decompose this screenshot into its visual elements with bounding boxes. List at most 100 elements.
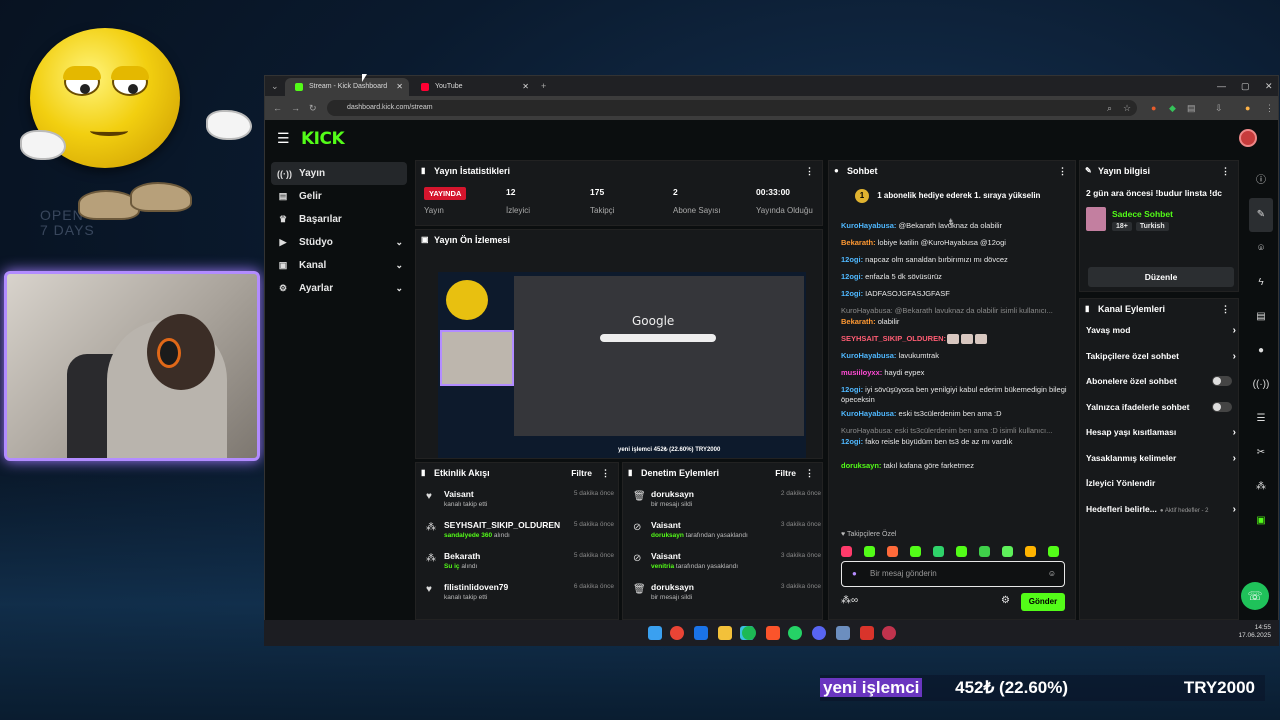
- moderation-row[interactable]: ⊘ Vaisant venitria tarafından yasaklandı…: [631, 549, 821, 577]
- document-icon[interactable]: ▤: [1249, 300, 1273, 334]
- chat-input[interactable]: ● Bir mesaj gönderin ☺: [841, 561, 1065, 587]
- tab-kick-dashboard[interactable]: Stream - Kick Dashboard ✕: [285, 78, 409, 96]
- chevron-down-icon[interactable]: ⌄: [395, 237, 403, 248]
- window-close-icon[interactable]: ✕: [1265, 76, 1273, 96]
- file-explorer-icon[interactable]: [718, 626, 732, 640]
- sidebar-item-4[interactable]: ▣ Kanal ⌄: [271, 254, 407, 277]
- emote-shortcut-icon[interactable]: [956, 546, 967, 557]
- activity-row[interactable]: ⁂ SEYHSAIT_SIKIP_OLDUREN sandalyede 360 …: [424, 518, 614, 546]
- chrome-icon[interactable]: [670, 626, 684, 640]
- forward-icon[interactable]: →: [291, 100, 300, 116]
- sidebar-item-1[interactable]: ▤ Gelir: [271, 185, 407, 208]
- chat-message[interactable]: Bekarath: olabilir: [841, 317, 1067, 327]
- edit-button[interactable]: Düzenle: [1088, 267, 1234, 287]
- user-avatar[interactable]: [1239, 129, 1257, 147]
- pencil-icon[interactable]: ✎: [1249, 198, 1273, 232]
- chat-message[interactable]: 12ogi: iyi sövüşüyosa ben yenilgiyi kabu…: [841, 385, 1067, 405]
- emote-shortcut-icon[interactable]: [1025, 546, 1036, 557]
- moderation-row[interactable]: 🗑 doruksayn bir mesajı sildi 2 dakika ön…: [631, 487, 821, 515]
- channel-action-item[interactable]: Yavaş mod ›: [1086, 325, 1236, 336]
- close-icon[interactable]: ✕: [396, 78, 403, 96]
- category-link[interactable]: Sadece Sohbet: [1112, 209, 1173, 219]
- chat-message[interactable]: KuroHayabusa: lavukumtrak: [841, 351, 1067, 361]
- toggle-switch[interactable]: [1212, 401, 1232, 412]
- activity-row[interactable]: ♥ Vaisant kanalı takip etti 5 dakika önc…: [424, 487, 614, 515]
- kick-logo[interactable]: KICK: [301, 129, 345, 149]
- emote-shortcut-icon[interactable]: [933, 546, 944, 557]
- list-icon[interactable]: ☰: [1249, 402, 1273, 436]
- activity-row[interactable]: ⁂ Bekarath Su iç alındı 5 dakika önce: [424, 549, 614, 577]
- zoom-icon[interactable]: ⌕: [1107, 100, 1112, 116]
- toggle-switch[interactable]: [1212, 376, 1232, 386]
- maximize-icon[interactable]: ▢: [1241, 76, 1250, 96]
- chat-message[interactable]: 12ogi: enfazla 5 dk sövüsürüz: [841, 272, 1067, 282]
- info-icon[interactable]: ⓘ: [1249, 164, 1273, 198]
- url-field[interactable]: dashboard.kick.com/stream: [327, 100, 1137, 116]
- camera-icon[interactable]: ⌾: [1249, 232, 1273, 266]
- more-options-icon[interactable]: ⋮: [1221, 299, 1230, 319]
- channel-action-item[interactable]: Yasaklanmış kelimeler ›: [1086, 453, 1236, 464]
- chat-message[interactable]: 12ogi: napcaz olm sanaldan bırbirımızı m…: [841, 255, 1067, 265]
- profile-icon[interactable]: ●: [1245, 100, 1250, 116]
- browser-menu-icon[interactable]: ⋮: [1265, 100, 1274, 116]
- hamburger-menu-icon[interactable]: ☰: [277, 130, 290, 147]
- chat-message[interactable]: 12ogi: fako reisle büyüdüm ben ts3 de az…: [841, 437, 1067, 447]
- emote-shortcut-icon[interactable]: [864, 546, 875, 557]
- channel-action-item[interactable]: Takipçilere özel sohbet ›: [1086, 351, 1236, 362]
- sidebar-item-3[interactable]: ▶ Stüdyo ⌄: [271, 231, 407, 254]
- tab-search-icon[interactable]: ⌄: [271, 78, 279, 94]
- broadcast-icon[interactable]: ((·)): [1249, 368, 1273, 402]
- emote-shortcut-icon[interactable]: [1048, 546, 1059, 557]
- channel-action-item[interactable]: Yalnızca ifadelerle sohbet: [1086, 401, 1236, 412]
- back-icon[interactable]: ←: [273, 100, 282, 116]
- chat-message[interactable]: KuroHayabusa: @Bekarath lavuknaz da olab…: [841, 221, 1067, 231]
- discord-icon[interactable]: [812, 626, 826, 640]
- obs-icon[interactable]: [882, 626, 896, 640]
- channel-action-item[interactable]: İzleyici Yönlendir: [1086, 478, 1236, 488]
- share-icon[interactable]: ⁂: [1249, 470, 1273, 504]
- help-button[interactable]: ☏: [1241, 582, 1269, 610]
- mic-icon[interactable]: ●: [852, 562, 857, 586]
- reload-icon[interactable]: ↻: [309, 100, 317, 116]
- channel-action-item[interactable]: Hedefleri belirle... ● Aktif hedefler - 2…: [1086, 504, 1236, 515]
- chat-message[interactable]: 12ogi: IADFASOJGFASJGFASF: [841, 289, 1067, 299]
- chat-message[interactable]: KuroHayabusa: eski ts3cülerdenim ben ama…: [841, 409, 1067, 419]
- moderation-filter-button[interactable]: Filtre: [775, 463, 796, 483]
- brave-icon[interactable]: [766, 626, 780, 640]
- sidebar-item-2[interactable]: ♛ Başarılar: [271, 208, 407, 231]
- emoji-icon[interactable]: ☺: [1048, 562, 1056, 586]
- extension-icon[interactable]: ●: [1151, 100, 1156, 116]
- emote-shortcut-icon[interactable]: [979, 546, 990, 557]
- emote-shortcut-icon[interactable]: [910, 546, 921, 557]
- chat-message[interactable]: Bekarath: lobiye katilin @KuroHayabusa @…: [841, 238, 1067, 248]
- activity-filter-button[interactable]: Filtre: [571, 463, 592, 483]
- emote-picker-icon[interactable]: ⁂∞: [841, 595, 858, 606]
- chat-message[interactable]: musiiloyxx: haydi eypex: [841, 368, 1067, 378]
- emote-shortcut-icon[interactable]: [1002, 546, 1013, 557]
- outlook-icon[interactable]: [694, 626, 708, 640]
- extensions-puzzle-icon[interactable]: ▤: [1187, 100, 1196, 116]
- more-options-icon[interactable]: ⋮: [1058, 161, 1067, 181]
- app-icon[interactable]: [860, 626, 874, 640]
- close-icon[interactable]: ✕: [522, 78, 529, 96]
- whatsapp-icon[interactable]: [788, 626, 802, 640]
- moderation-row[interactable]: ⊘ Vaisant doruksayn tarafından yasakland…: [631, 518, 821, 546]
- emote-shortcut-icon[interactable]: [841, 546, 852, 557]
- downloads-icon[interactable]: ⇩: [1215, 100, 1223, 116]
- more-options-icon[interactable]: ⋮: [805, 161, 814, 181]
- spotify-icon[interactable]: [742, 626, 756, 640]
- start-icon[interactable]: [648, 626, 662, 640]
- more-options-icon[interactable]: ⋮: [805, 463, 814, 483]
- lightning-icon[interactable]: ϟ: [1249, 266, 1273, 300]
- channel-action-item[interactable]: Abonelere özel sohbet: [1086, 376, 1236, 386]
- minimize-icon[interactable]: —: [1217, 76, 1226, 96]
- steam-icon[interactable]: [836, 626, 850, 640]
- moderation-row[interactable]: 🗑 doruksayn bir mesajı sildi 3 dakika ön…: [631, 580, 821, 608]
- emote-shortcut-icon[interactable]: [887, 546, 898, 557]
- sidebar-item-0[interactable]: ((·)) Yayın: [271, 162, 407, 185]
- more-options-icon[interactable]: ⋮: [1221, 161, 1230, 181]
- sidebar-item-5[interactable]: ⚙ Ayarlar ⌄: [271, 277, 407, 300]
- gift-sub-banner[interactable]: 1 1 abonelik hediye ederek 1. sıraya yük…: [855, 189, 1040, 203]
- more-options-icon[interactable]: ⋮: [601, 463, 610, 483]
- wrench-icon[interactable]: ✂: [1249, 436, 1273, 470]
